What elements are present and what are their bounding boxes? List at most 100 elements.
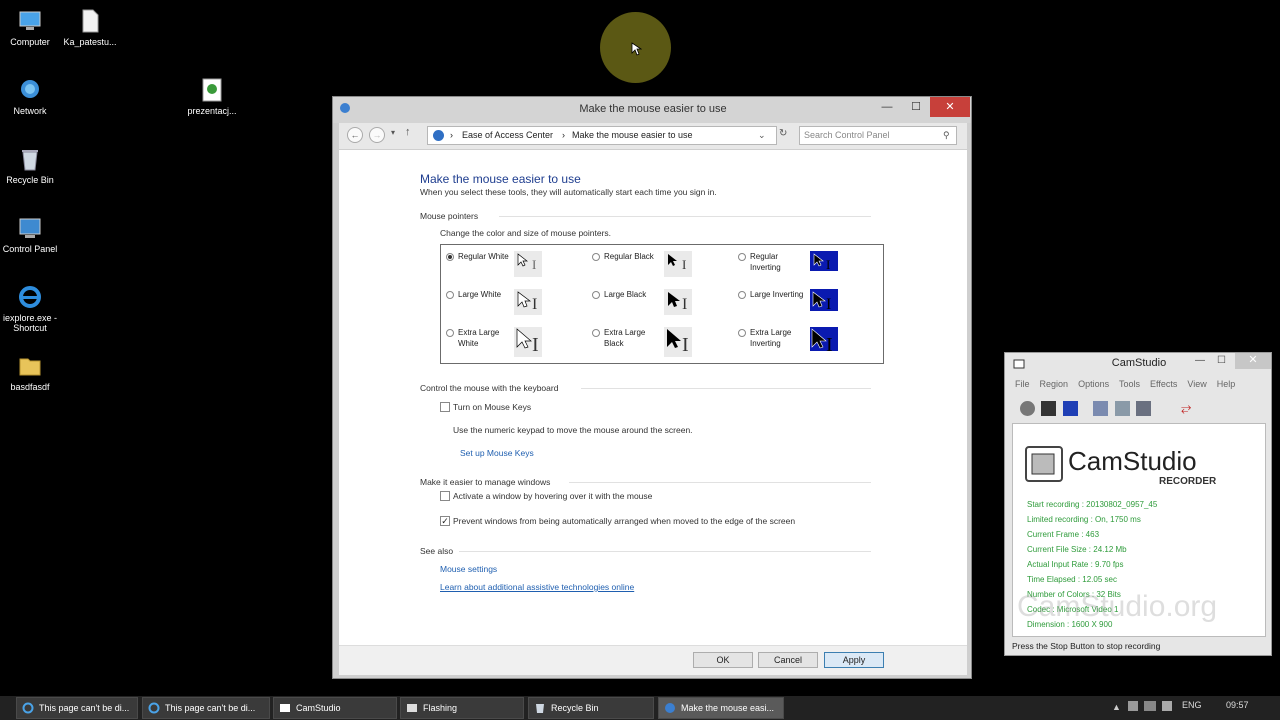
control-panel-icon	[19, 218, 41, 238]
camstudio-maximize-button[interactable]: ☐	[1217, 355, 1226, 366]
desktop-icon-file[interactable]: Ka_patestu...	[58, 8, 122, 47]
radio-button[interactable]	[592, 253, 600, 261]
radio-button[interactable]	[592, 291, 600, 299]
section-divider	[459, 551, 871, 552]
autopan-icon[interactable]: ⥂	[1181, 401, 1196, 416]
section-see-also: See also	[420, 546, 454, 556]
breadcrumb-current[interactable]: Make the mouse easier to use	[572, 127, 693, 144]
radio-button[interactable]	[446, 253, 454, 261]
tray-network-icon[interactable]	[1162, 701, 1172, 711]
desktop-icon-iexplore[interactable]: iexplore.exe - Shortcut	[0, 284, 62, 333]
back-button[interactable]: ←	[347, 127, 363, 143]
menu-help[interactable]: Help	[1217, 379, 1236, 389]
taskbar-item-recycle-bin[interactable]: Recycle Bin	[528, 697, 654, 719]
cancel-button[interactable]: Cancel	[758, 652, 818, 668]
radio-button[interactable]	[738, 329, 746, 337]
tray-flag-icon[interactable]	[1128, 701, 1138, 711]
refresh-icon[interactable]: ↻	[779, 128, 787, 139]
recent-pages-dropdown[interactable]: ▾	[391, 128, 395, 137]
taskbar-item-label: Recycle Bin	[551, 703, 599, 713]
radio-button[interactable]	[446, 329, 454, 337]
taskbar-item-label: This page can't be di...	[165, 703, 256, 713]
region-icon[interactable]	[1093, 401, 1108, 416]
camstudio-minimize-button[interactable]: —	[1195, 355, 1205, 366]
svg-text:I: I	[682, 296, 687, 313]
page-heading: Make the mouse easier to use	[420, 172, 581, 186]
desktop-icon-label: iexplore.exe - Shortcut	[2, 313, 58, 333]
radio-button[interactable]	[738, 291, 746, 299]
window-titlebar[interactable]: Make the mouse easier to use — ☐ ✕	[333, 97, 971, 123]
taskbar-item-flashing[interactable]: Flashing	[400, 697, 524, 719]
recycle-bin-icon	[536, 704, 544, 713]
maximize-button[interactable]: ☐	[903, 97, 929, 117]
menu-region[interactable]: Region	[1040, 379, 1069, 389]
taskbar-item-ie-2[interactable]: This page can't be di...	[142, 697, 270, 719]
forward-button[interactable]: →	[369, 127, 385, 143]
radio-button[interactable]	[738, 253, 746, 261]
hover-activate-checkbox[interactable]	[440, 491, 450, 501]
tray-language[interactable]: ENG	[1182, 700, 1202, 710]
desktop-icon-control-panel[interactable]: Control Panel	[0, 215, 62, 254]
record-button[interactable]	[1020, 401, 1035, 416]
pointer-option-label: Large Inverting	[750, 290, 804, 299]
desktop-icon-label: basdfasdf	[10, 382, 50, 392]
breadcrumb-ease-of-access[interactable]: Ease of Access Center	[462, 127, 553, 144]
desktop-icon-presentation[interactable]: prezentacj...	[180, 77, 244, 116]
camstudio-logo-subtitle: RECORDER	[1159, 476, 1217, 487]
desktop-icon-computer[interactable]: Computer	[0, 8, 62, 47]
desktop-icon-folder[interactable]: basdfasdf	[0, 353, 62, 392]
camstudio-close-button[interactable]: ✕	[1235, 353, 1271, 369]
menu-view[interactable]: View	[1187, 379, 1206, 389]
address-bar-row: ← → ▾ ↑ › Ease of Access Center › Make t…	[339, 123, 967, 149]
desktop-icon-recycle-bin[interactable]: Recycle Bin	[0, 146, 62, 185]
tray-clock[interactable]: 09:57	[1226, 700, 1249, 710]
up-button[interactable]: ↑	[405, 126, 411, 138]
pause-button[interactable]	[1041, 401, 1056, 416]
prevent-arrange-checkbox[interactable]: ✓	[440, 516, 450, 526]
search-input[interactable]: Search Control Panel	[799, 126, 957, 145]
menu-file[interactable]: File	[1015, 379, 1030, 389]
tray-power-icon[interactable]	[1144, 701, 1156, 711]
stop-button[interactable]	[1063, 401, 1078, 416]
mouse-keys-label[interactable]: Turn on Mouse Keys	[453, 402, 531, 412]
close-button[interactable]: ✕	[930, 97, 970, 117]
pointer-option-label: Regular Inverting	[750, 252, 781, 272]
taskbar-item-camstudio[interactable]: CamStudio	[273, 697, 397, 719]
pointer-preview-icon: I	[664, 327, 692, 357]
internet-explorer-icon	[148, 702, 160, 714]
radio-button[interactable]	[446, 291, 454, 299]
stat-current-frame: Current Frame : 463	[1027, 530, 1100, 539]
stat-limited-recording: Limited recording : On, 1750 ms	[1027, 515, 1141, 524]
apply-button[interactable]: Apply	[824, 652, 884, 668]
prevent-arrange-label[interactable]: Prevent windows from being automatically…	[453, 516, 795, 526]
camera-icon[interactable]	[1136, 401, 1151, 416]
tray-show-hidden-icon[interactable]: ▲	[1112, 702, 1121, 712]
annotation-icon[interactable]	[1115, 401, 1130, 416]
pointer-option-label: Large Black	[604, 290, 647, 299]
section-manage-windows: Make it easier to manage windows	[420, 477, 551, 487]
assistive-tech-link[interactable]: Learn about additional assistive technol…	[440, 582, 634, 592]
taskbar-item-mouse-settings[interactable]: Make the mouse easi...	[658, 697, 784, 719]
desktop-icon-network[interactable]: Network	[0, 77, 62, 116]
breadcrumb-separator: ›	[562, 130, 565, 140]
mouse-settings-link[interactable]: Mouse settings	[440, 564, 497, 574]
search-icon[interactable]: ⚲	[943, 130, 950, 141]
svg-text:I: I	[532, 296, 537, 313]
section-divider	[581, 388, 871, 389]
pointer-preview-icon: I	[664, 251, 692, 277]
desktop-icon-label: Ka_patestu...	[63, 37, 117, 47]
radio-button[interactable]	[592, 329, 600, 337]
taskbar-item-ie-1[interactable]: This page can't be di...	[16, 697, 138, 719]
address-dropdown-icon[interactable]: ⌄	[758, 127, 766, 144]
minimize-button[interactable]: —	[873, 97, 901, 117]
ok-button[interactable]: OK	[693, 652, 753, 668]
menu-effects[interactable]: Effects	[1150, 379, 1177, 389]
menu-tools[interactable]: Tools	[1119, 379, 1140, 389]
hover-activate-label[interactable]: Activate a window by hovering over it wi…	[453, 491, 652, 501]
address-box[interactable]: › Ease of Access Center › Make the mouse…	[427, 126, 777, 145]
pointer-preview-icon: I	[810, 289, 838, 313]
mouse-keys-checkbox[interactable]	[440, 402, 450, 412]
pointers-instruction: Change the color and size of mouse point…	[440, 228, 612, 238]
setup-mouse-keys-link[interactable]: Set up Mouse Keys	[460, 448, 534, 458]
menu-options[interactable]: Options	[1078, 379, 1109, 389]
